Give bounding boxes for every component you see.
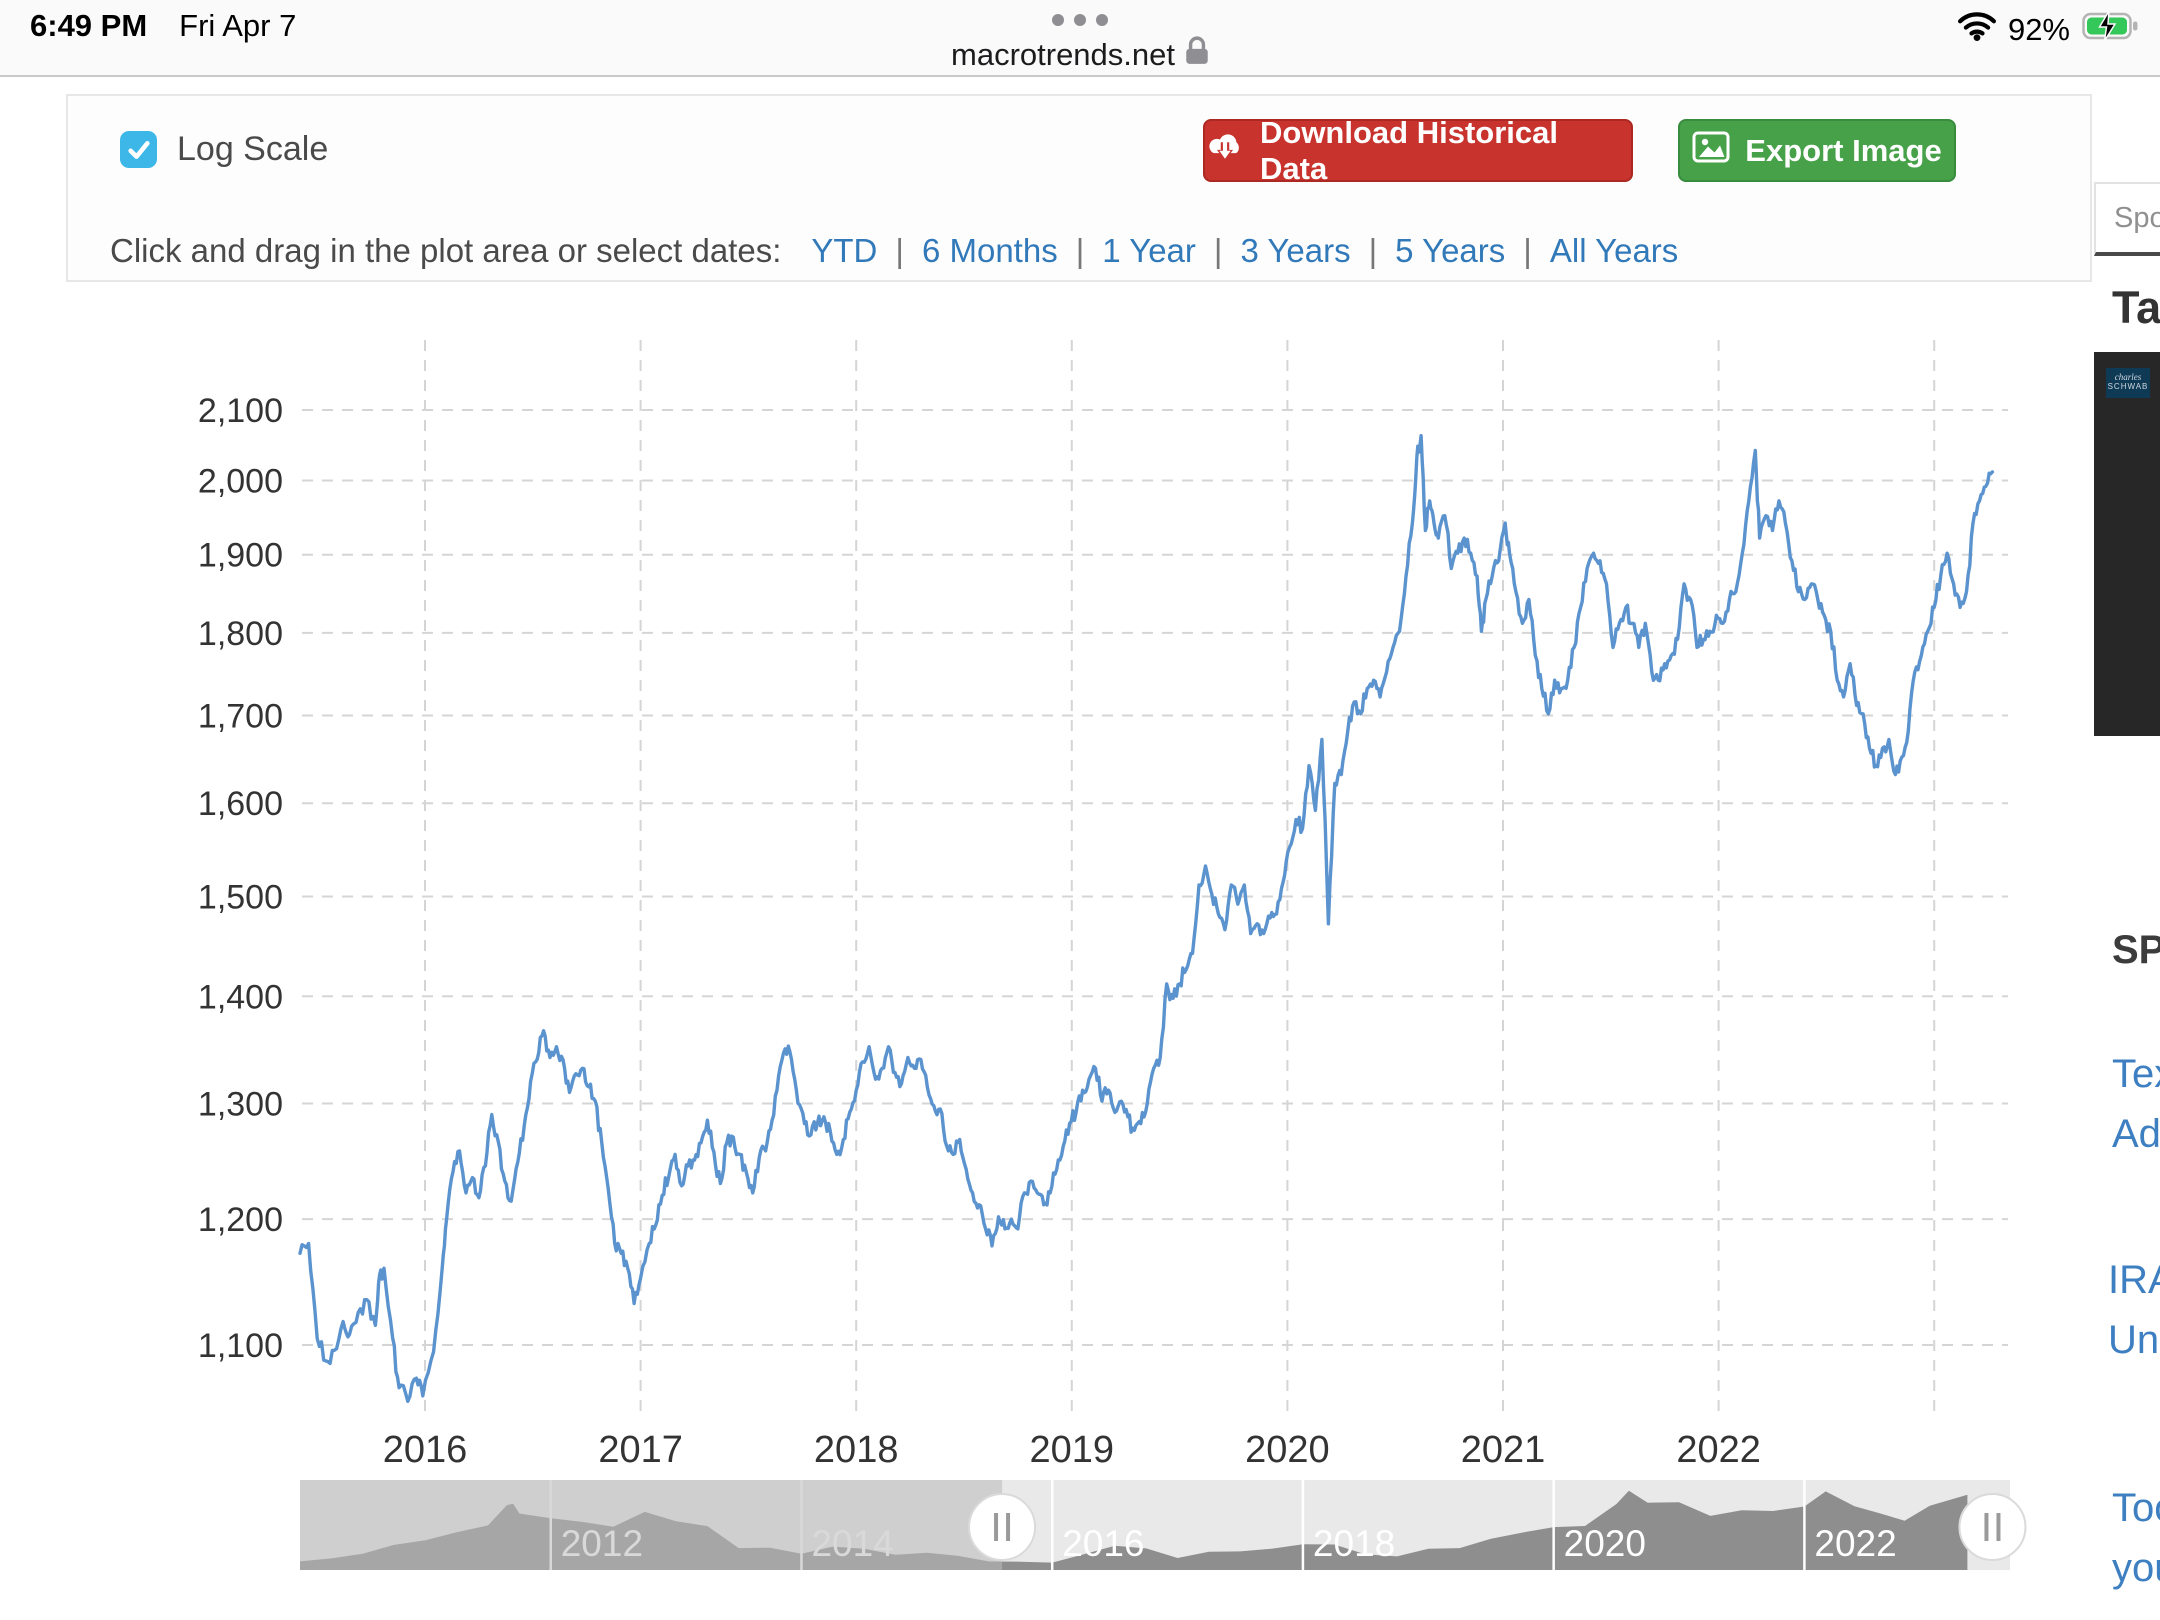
handle-grip-icon [1006, 1513, 1010, 1541]
sidebar-link-1-line-1[interactable]: Tex [2112, 1052, 2160, 1097]
x-axis-label: 2020 [1245, 1429, 1330, 1471]
advertiser-logo-line1: charles [2106, 372, 2150, 382]
sidebar-headline: Ta [2112, 282, 2160, 334]
handle-grip-icon [994, 1513, 998, 1541]
navigator-year-label: 2020 [1564, 1523, 1646, 1564]
y-axis-label: 1,800 [198, 615, 283, 653]
y-axis-label: 2,000 [198, 463, 283, 501]
handle-grip-icon [1984, 1513, 1988, 1541]
advertiser-logo-line2: SCHWAB [2106, 382, 2150, 392]
sidebar-ad-image[interactable]: charles SCHWAB [2094, 352, 2160, 736]
navigator-year-label: 2016 [1062, 1523, 1144, 1564]
sidebar-link-3-line-1[interactable]: Too [2112, 1486, 2160, 1531]
navigator-handle-left[interactable] [969, 1494, 1035, 1560]
x-axis-label: 2016 [383, 1429, 468, 1471]
navigator-handle-right[interactable] [1959, 1494, 2025, 1560]
handle-grip-icon [1996, 1513, 2000, 1541]
x-axis-label: 2022 [1676, 1429, 1761, 1471]
x-axis-label: 2019 [1030, 1429, 1115, 1471]
y-axis-label: 1,300 [198, 1085, 283, 1123]
advertiser-logo: charles SCHWAB [2106, 368, 2150, 398]
x-axis-label: 2018 [814, 1429, 899, 1471]
sidebar-link-2-line-2[interactable]: Un [2108, 1318, 2159, 1363]
sidebar-link-2-line-1[interactable]: IRA [2108, 1258, 2160, 1303]
sidebar-sponsored-tab[interactable]: Spon [2094, 182, 2160, 256]
y-axis-label: 1,700 [198, 698, 283, 736]
navigator-year-label: 2022 [1814, 1523, 1896, 1564]
navigator-unselected-mask [300, 1480, 1002, 1570]
sponsored-tab-label: Spon [2114, 202, 2160, 235]
sidebar-link-1-line-2[interactable]: Ad [2112, 1112, 2160, 1157]
y-axis-label: 1,400 [198, 978, 283, 1016]
sidebar-link-3-line-2[interactable]: you [2112, 1546, 2160, 1591]
y-axis-label: 1,100 [198, 1327, 283, 1365]
ipad-safari-screen: 6:49 PM Fri Apr 7 macrotrends.net 92% [0, 0, 2160, 1620]
navigator-year-label: 2018 [1313, 1523, 1395, 1564]
x-axis-label: 2017 [598, 1429, 683, 1471]
y-axis-label: 2,100 [198, 392, 283, 430]
y-axis-label: 1,200 [198, 1201, 283, 1239]
price-chart[interactable]: 2,100 2,000 1,900 1,800 1,700 1,600 1,500 1,400… [0, 0, 2160, 1620]
x-axis-label: 2021 [1461, 1429, 1546, 1471]
y-axis-label: 1,900 [198, 537, 283, 575]
y-axis-label: 1,600 [198, 785, 283, 823]
sidebar-section-heading: SP [2112, 928, 2160, 973]
y-axis-label: 1,500 [198, 879, 283, 917]
price-line-series[interactable] [300, 436, 1992, 1402]
